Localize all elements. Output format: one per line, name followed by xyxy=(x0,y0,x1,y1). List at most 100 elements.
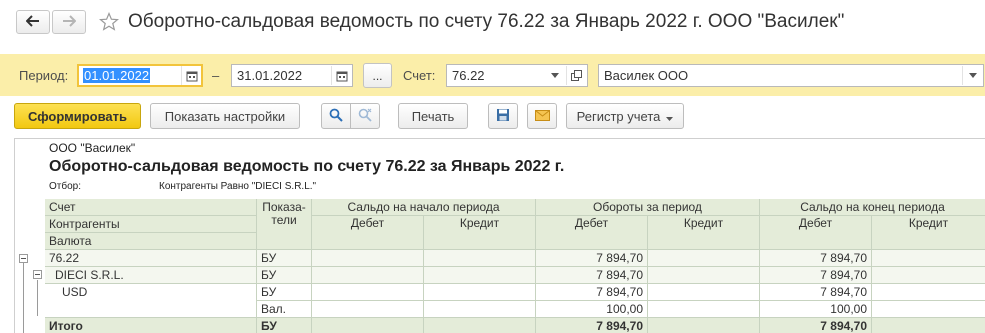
row-turnover-debit: 7 894,70 xyxy=(536,284,648,301)
header-indicators: Показа- тели xyxy=(257,199,312,250)
toolbar: Сформировать Показать настройки Печать Р… xyxy=(0,100,985,134)
account-label: Счет: xyxy=(403,68,436,83)
row-turnover-credit xyxy=(648,301,760,318)
parameters-panel: Период: 01.01.2022 – 31.01.2022 ... Счет… xyxy=(0,54,985,96)
filter-label: Отбор: xyxy=(49,181,81,192)
date-from-field[interactable]: 01.01.2022 xyxy=(77,64,203,87)
row-closing-debit: 7 894,70 xyxy=(760,250,872,267)
search-icon xyxy=(329,108,343,125)
row-closing-debit: 100,00 xyxy=(760,301,872,318)
report-organization: ООО "Василек" xyxy=(49,141,136,155)
favorite-star-icon[interactable] xyxy=(98,10,120,34)
title-bar: Оборотно-сальдовая ведомость по счету 76… xyxy=(0,0,985,48)
header-opening-balance: Сальдо на начало периода xyxy=(312,199,536,216)
header-opening-credit: Кредит xyxy=(424,216,536,250)
row-opening-credit xyxy=(424,267,536,284)
print-button[interactable]: Печать xyxy=(398,103,468,129)
ellipsis-label: ... xyxy=(372,68,383,83)
total-label: Итого xyxy=(45,318,257,333)
row-opening-debit xyxy=(312,267,424,284)
row-opening-debit xyxy=(312,250,424,267)
row-currency-blank xyxy=(45,301,257,318)
generate-label: Сформировать xyxy=(27,108,128,124)
arrow-left-icon xyxy=(25,14,40,30)
save-icon xyxy=(496,108,510,125)
row-closing-credit xyxy=(872,267,985,284)
dropdown-arrow-icon[interactable] xyxy=(962,66,982,85)
show-settings-label: Показать настройки xyxy=(164,108,286,124)
forward-button[interactable] xyxy=(52,10,86,34)
total-opening-credit xyxy=(424,318,536,333)
register-label: Регистр учета xyxy=(576,108,661,124)
total-indicator: БУ xyxy=(257,318,312,333)
organization-value: Василек ООО xyxy=(604,68,689,83)
row-counterparty-name[interactable]: DIECI S.R.L. xyxy=(45,267,257,284)
row-indicator: БУ xyxy=(257,284,312,301)
header-account: Счет xyxy=(45,199,257,216)
calendar-icon[interactable] xyxy=(181,66,201,85)
row-turnover-debit: 7 894,70 xyxy=(536,267,648,284)
print-label: Печать xyxy=(411,108,455,124)
date-from-value: 01.01.2022 xyxy=(83,68,151,83)
row-opening-debit xyxy=(312,284,424,301)
row-closing-credit xyxy=(872,250,985,267)
report-title: Оборотно-сальдовая ведомость по счету 76… xyxy=(49,158,565,175)
row-turnover-debit: 7 894,70 xyxy=(536,250,648,267)
collapse-toggle-icon[interactable] xyxy=(33,270,42,279)
search-cancel-button[interactable] xyxy=(350,103,380,129)
header-turnover-credit: Кредит xyxy=(648,216,760,250)
search-cancel-icon xyxy=(358,108,372,125)
header-counterparties: Контрагенты xyxy=(45,216,257,233)
arrow-right-icon xyxy=(62,14,77,30)
row-indicator: БУ xyxy=(257,250,312,267)
header-closing-balance: Сальдо на конец периода xyxy=(760,199,985,216)
account-field[interactable]: 76.22 xyxy=(446,64,588,87)
header-turnover-debit: Дебет xyxy=(536,216,648,250)
search-button[interactable] xyxy=(321,103,351,129)
show-settings-button[interactable]: Показать настройки xyxy=(150,103,300,129)
row-closing-credit xyxy=(872,301,985,318)
dropdown-arrow-icon xyxy=(666,109,674,124)
date-to-field[interactable]: 31.01.2022 xyxy=(231,64,353,87)
row-turnover-credit xyxy=(648,284,760,301)
account-value: 76.22 xyxy=(452,68,485,83)
header-closing-debit: Дебет xyxy=(760,216,872,250)
total-closing-debit: 7 894,70 xyxy=(760,318,872,333)
total-turnover-debit: 7 894,70 xyxy=(536,318,648,333)
header-opening-debit: Дебет xyxy=(312,216,424,250)
generate-button[interactable]: Сформировать xyxy=(14,103,141,129)
header-currency: Валюта xyxy=(45,233,257,250)
calendar-icon[interactable] xyxy=(331,66,351,85)
row-opening-credit xyxy=(424,284,536,301)
row-turnover-credit xyxy=(648,250,760,267)
row-opening-debit xyxy=(312,301,424,318)
back-button[interactable] xyxy=(16,10,50,34)
row-closing-debit: 7 894,70 xyxy=(760,267,872,284)
row-opening-credit xyxy=(424,301,536,318)
register-dropdown-button[interactable]: Регистр учета xyxy=(566,103,684,129)
save-button[interactable] xyxy=(488,103,518,129)
period-label: Период: xyxy=(19,68,69,83)
open-icon[interactable] xyxy=(566,66,586,85)
row-indicator: БУ xyxy=(257,267,312,284)
total-opening-debit xyxy=(312,318,424,333)
row-account-name[interactable]: 76.22 xyxy=(45,250,257,267)
tree-line xyxy=(23,263,24,333)
dropdown-arrow-icon[interactable] xyxy=(545,66,565,85)
organization-field[interactable]: Василек ООО xyxy=(598,64,984,87)
row-currency-name[interactable]: USD xyxy=(45,284,257,301)
period-select-button[interactable]: ... xyxy=(363,63,392,88)
row-closing-debit: 7 894,70 xyxy=(760,284,872,301)
header-closing-credit: Кредит xyxy=(872,216,985,250)
row-closing-credit xyxy=(872,284,985,301)
envelope-icon xyxy=(534,109,550,124)
report-area: ООО "Василек" Оборотно-сальдовая ведомос… xyxy=(14,138,985,333)
row-turnover-debit: 100,00 xyxy=(536,301,648,318)
row-turnover-credit xyxy=(648,267,760,284)
tree-line xyxy=(37,280,38,316)
header-turnover: Обороты за период xyxy=(536,199,760,216)
total-closing-credit xyxy=(872,318,985,333)
send-email-button[interactable] xyxy=(527,103,557,129)
collapse-toggle-icon[interactable] xyxy=(19,254,28,263)
date-to-value: 31.01.2022 xyxy=(237,68,303,83)
